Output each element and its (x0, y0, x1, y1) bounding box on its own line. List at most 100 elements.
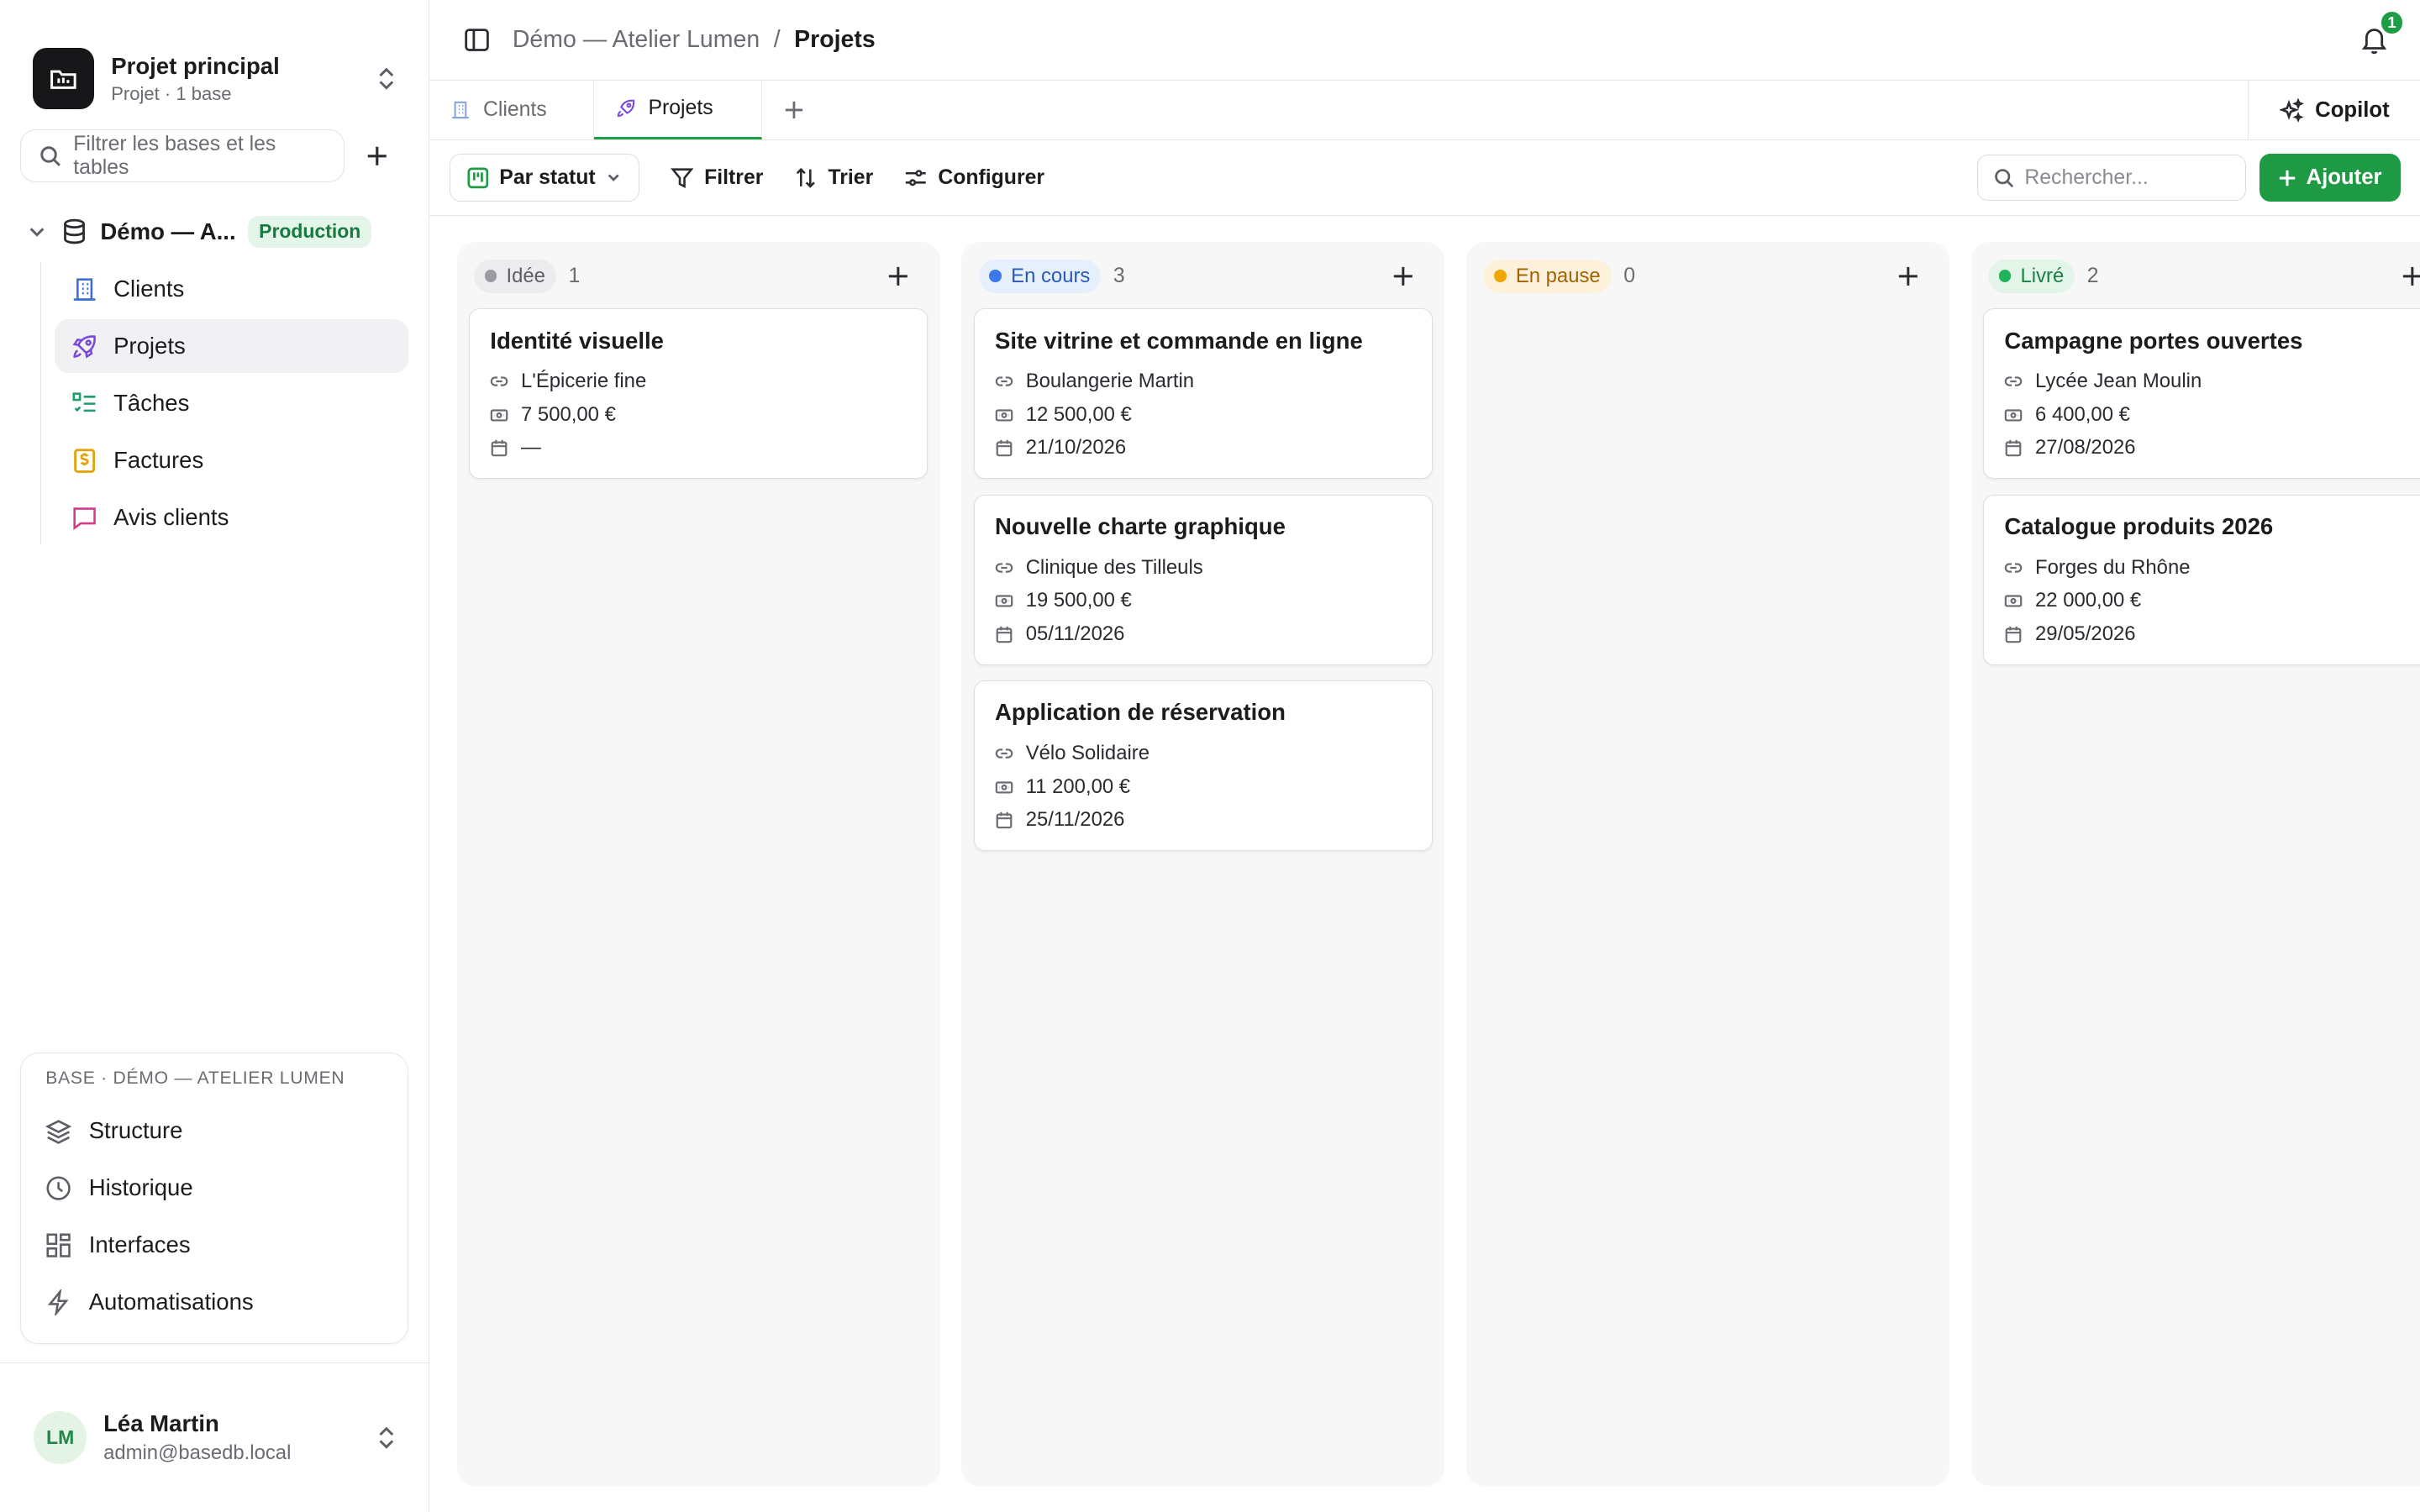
card-date: 27/08/2026 (2035, 436, 2136, 459)
add-card-button[interactable] (2402, 265, 2420, 287)
card-date: 25/11/2026 (1025, 808, 1125, 832)
breadcrumb: Démo — Atelier Lumen / Projets (513, 26, 876, 54)
add-card-button[interactable] (1897, 265, 1919, 287)
status-dot-icon (1494, 270, 1507, 283)
status-badge[interactable]: Idée (473, 259, 556, 293)
plus-icon (1897, 265, 1919, 287)
add-card-button[interactable] (1392, 265, 1414, 287)
base-panel-item-structure[interactable]: Structure (21, 1102, 408, 1159)
card-date-field: 27/08/2026 (2004, 431, 2420, 464)
kanban-card[interactable]: Site vitrine et commande en ligne Boulan… (974, 308, 1433, 480)
sidebar-filter-input[interactable]: Filtrer les bases et les tables (19, 129, 345, 182)
sidebar-item-projets[interactable]: Projets (55, 319, 408, 374)
link-icon (995, 559, 1015, 577)
card-date-field: 21/10/2026 (995, 431, 1412, 464)
chevron-down-icon (606, 170, 621, 185)
card-client-field: Vélo Solidaire (995, 737, 1412, 769)
kanban-board: Idée 1 Identité visuelle L'Épicerie fine… (429, 216, 2420, 1512)
calendar-icon (490, 438, 510, 457)
column-header: Idée 1 (469, 255, 928, 297)
sidebar-item-taches[interactable]: Tâches (55, 376, 408, 430)
base-panel-item-automatisations[interactable]: Automatisations (21, 1273, 408, 1331)
chevron-updown-icon[interactable] (376, 66, 397, 91)
sidebar-item-clients[interactable]: Clients (55, 262, 408, 316)
kanban-card[interactable]: Campagne portes ouvertes Lycée Jean Moul… (1983, 308, 2420, 480)
breadcrumb-current: Projets (794, 25, 876, 53)
kanban-card[interactable]: Identité visuelle L'Épicerie fine 7 500,… (469, 308, 929, 480)
card-title: Site vitrine et commande en ligne (994, 327, 1363, 354)
add-record-button[interactable]: Ajouter (2260, 154, 2401, 202)
card-title: Identité visuelle (490, 327, 664, 354)
status-badge[interactable]: En cours (978, 259, 1102, 293)
user-name: Léa Martin (103, 1410, 219, 1436)
sidebar-item-label: Projets (113, 333, 186, 360)
view-selector[interactable]: Par statut (449, 154, 640, 202)
building-icon (450, 100, 471, 120)
card-date-field: 05/11/2026 (995, 617, 1412, 650)
base-name: Démo — A... (100, 218, 236, 244)
tab-clients[interactable]: Clients (429, 80, 595, 140)
sort-button[interactable]: Trier (794, 166, 873, 190)
card-amount-field: 11 200,00 € (995, 770, 1412, 803)
user-menu[interactable]: LM Léa Martin admin@basedb.local (0, 1362, 429, 1512)
link-icon (490, 372, 510, 391)
sort-icon (794, 166, 818, 190)
search-icon (39, 145, 61, 167)
copilot-button[interactable]: Copilot (2248, 80, 2420, 141)
base-panel-item-historique[interactable]: Historique (21, 1159, 408, 1216)
notifications-button[interactable]: 1 (2360, 9, 2406, 55)
link-icon (995, 744, 1015, 763)
project-switcher[interactable]: Projet principal Projet · 1 base (0, 0, 429, 127)
sidebar-item-label: Tâches (113, 390, 190, 417)
sidebar-toggle-icon[interactable] (463, 26, 491, 54)
card-date: 21/10/2026 (1025, 436, 1127, 459)
bolt-icon (45, 1289, 73, 1315)
sidebar-item-label: Avis clients (113, 504, 229, 531)
card-amount: 11 200,00 € (1025, 774, 1131, 798)
base-panel-title: BASE · DÉMO — ATELIER LUMEN (45, 1068, 345, 1089)
kanban-column: En cours 3 Site vitrine et commande en l… (961, 242, 1445, 1487)
card-date: — (521, 436, 541, 459)
base-panel-item-interfaces[interactable]: Interfaces (21, 1216, 408, 1273)
breadcrumb-separator: / (773, 25, 781, 53)
status-badge[interactable]: En pause (1483, 259, 1612, 293)
status-dot-icon (1998, 270, 2012, 283)
add-base-button[interactable] (366, 144, 389, 168)
configure-button[interactable]: Configurer (904, 166, 1044, 190)
status-label: En pause (1515, 264, 1601, 287)
tab-projets[interactable]: Projets (594, 80, 763, 140)
kanban-card[interactable]: Nouvelle charte graphique Clinique des T… (974, 494, 1433, 665)
chevron-down-icon[interactable] (28, 223, 46, 241)
search-input[interactable]: Rechercher... (1977, 155, 2246, 202)
sidebar-item-avis-clients[interactable]: Avis clients (55, 491, 408, 544)
card-amount-field: 7 500,00 € (490, 398, 907, 431)
kanban-column: Livré 2 Campagne portes ouvertes Lycée J… (1970, 242, 2420, 1487)
sidebar: Projet principal Projet · 1 base Filtrer… (0, 0, 429, 1512)
funnel-icon (670, 166, 694, 190)
card-client-field: Boulangerie Martin (995, 365, 1412, 397)
breadcrumb-base[interactable]: Démo — Atelier Lumen (513, 26, 760, 54)
column-count: 0 (1623, 264, 1636, 287)
money-icon (995, 778, 1015, 796)
status-badge[interactable]: Livré (1987, 259, 2075, 293)
chat-icon (71, 505, 98, 531)
grid-icon (45, 1232, 73, 1258)
kanban-card[interactable]: Catalogue produits 2026 Forges du Rhône … (1983, 494, 2420, 665)
avatar: LM (34, 1411, 87, 1464)
chevron-updown-icon[interactable] (376, 1425, 397, 1450)
status-dot-icon (484, 270, 497, 283)
calendar-icon (2004, 438, 2024, 457)
add-tab-button[interactable] (762, 81, 825, 140)
add-card-button[interactable] (887, 265, 909, 287)
kanban-card[interactable]: Application de réservation Vélo Solidair… (974, 680, 1433, 852)
link-icon (995, 372, 1015, 391)
filter-button[interactable]: Filtrer (670, 166, 763, 190)
link-icon (2004, 372, 2024, 391)
base-item[interactable]: Démo — A... Production (28, 201, 408, 262)
card-amount: 22 000,00 € (2035, 589, 2142, 612)
sidebar-item-label: Clients (113, 276, 185, 302)
card-amount: 19 500,00 € (1025, 589, 1132, 612)
add-label: Ajouter (2306, 165, 2382, 190)
sidebar-item-factures[interactable]: Factures (55, 433, 408, 487)
money-icon (995, 591, 1015, 610)
